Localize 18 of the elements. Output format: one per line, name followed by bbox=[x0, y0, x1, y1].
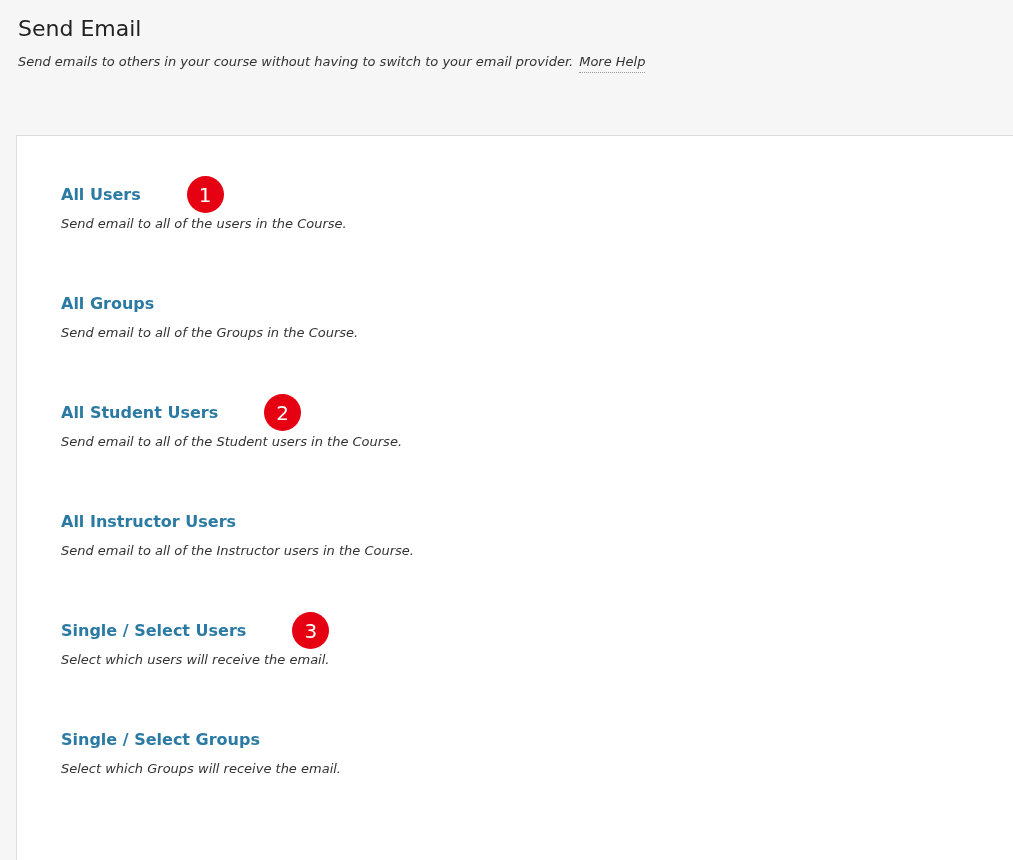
recipient-option-link[interactable]: All Student Users bbox=[61, 401, 219, 425]
option-description: Send email to all of the users in the Course. bbox=[61, 215, 347, 233]
number-marker: 2 bbox=[264, 394, 302, 431]
number-marker: 1 bbox=[186, 176, 224, 213]
recipient-option-link[interactable]: All Users bbox=[61, 183, 141, 207]
option-description: Send email to all of the Instructor users in the Course. bbox=[61, 542, 414, 560]
option-description: Send email to all of the Student users in the Course. bbox=[61, 433, 403, 451]
recipient-option-link[interactable]: Single / Select Groups bbox=[61, 728, 260, 752]
recipient-option-link[interactable]: Single / Select Users bbox=[61, 619, 247, 643]
option-description: Select which users will receive the email. bbox=[61, 651, 330, 669]
recipient-option-link[interactable]: All Instructor Users bbox=[61, 510, 237, 534]
more-help-link[interactable]: More Help bbox=[579, 52, 646, 73]
page-title: Send Email bbox=[18, 15, 143, 43]
option-description: Send email to all of the Groups in the Course. bbox=[61, 324, 359, 342]
page-description: Send emails to others in your course without having to switch to your email provider. bbox=[18, 53, 574, 71]
recipient-option-link[interactable]: All Groups bbox=[61, 292, 155, 316]
number-marker: 3 bbox=[292, 612, 330, 649]
option-description: Select which Groups will receive the email. bbox=[61, 760, 341, 778]
